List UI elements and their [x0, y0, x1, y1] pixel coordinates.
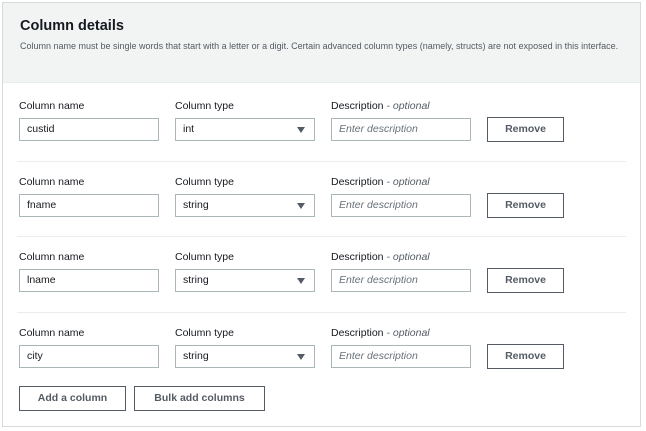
column-details-panel: Column details Column name must be singl… [2, 2, 641, 427]
add-column-button[interactable]: Add a column [19, 386, 126, 411]
description-label-text: Description [331, 100, 384, 112]
column-name-label: Column name [19, 100, 85, 112]
optional-suffix: - optional [383, 251, 430, 263]
description-input[interactable]: Enter description [331, 194, 471, 217]
row-divider [17, 236, 626, 237]
description-label: Description - optional [331, 251, 430, 263]
column-row: Column name Column type Description - opti… [3, 176, 640, 236]
description-label: Description - optional [331, 327, 430, 339]
description-label-text: Description [331, 176, 384, 188]
column-row: Column name Column type Description - opti… [3, 251, 640, 311]
description-input[interactable]: Enter description [331, 345, 471, 368]
caret-down-icon [297, 127, 305, 133]
column-type-select[interactable]: int [175, 118, 315, 141]
column-type-select[interactable]: string [175, 194, 315, 217]
row-divider [17, 161, 626, 162]
remove-column-button[interactable]: Remove [487, 193, 564, 218]
description-input[interactable]: Enter description [331, 118, 471, 141]
column-name-label: Column name [19, 251, 85, 263]
column-type-value: string [183, 274, 209, 286]
column-row: Column name Column type Description - opti… [3, 100, 640, 160]
column-type-label: Column type [175, 100, 234, 112]
caret-down-icon [297, 278, 305, 284]
description-label-text: Description [331, 251, 384, 263]
panel-description: Column name must be single words that st… [20, 41, 619, 51]
column-type-label: Column type [175, 251, 234, 263]
description-label: Description - optional [331, 176, 430, 188]
column-type-value: int [183, 123, 195, 135]
caret-down-icon [297, 354, 305, 360]
column-name-input[interactable]: city [19, 345, 159, 368]
remove-column-button[interactable]: Remove [487, 344, 564, 369]
panel-header: Column details Column name must be singl… [3, 3, 640, 83]
column-row: Column name Column type Description - opti… [3, 327, 640, 387]
column-name-label: Column name [19, 176, 85, 188]
panel-title: Column details [20, 18, 124, 34]
column-type-select[interactable]: string [175, 269, 315, 292]
description-label: Description - optional [331, 100, 430, 112]
column-type-select[interactable]: string [175, 345, 315, 368]
description-input[interactable]: Enter description [331, 269, 471, 292]
column-type-value: string [183, 350, 209, 362]
optional-suffix: - optional [383, 327, 430, 339]
remove-column-button[interactable]: Remove [487, 268, 564, 293]
column-name-input[interactable]: fname [19, 194, 159, 217]
column-type-label: Column type [175, 176, 234, 188]
bulk-add-columns-button[interactable]: Bulk add columns [134, 386, 265, 411]
remove-column-button[interactable]: Remove [487, 117, 564, 142]
column-name-input[interactable]: custid [19, 118, 159, 141]
optional-suffix: - optional [383, 176, 430, 188]
optional-suffix: - optional [383, 100, 430, 112]
column-name-input[interactable]: lname [19, 269, 159, 292]
description-label-text: Description [331, 327, 384, 339]
row-divider [17, 312, 626, 313]
caret-down-icon [297, 203, 305, 209]
column-name-label: Column name [19, 327, 85, 339]
column-type-label: Column type [175, 327, 234, 339]
column-type-value: string [183, 199, 209, 211]
